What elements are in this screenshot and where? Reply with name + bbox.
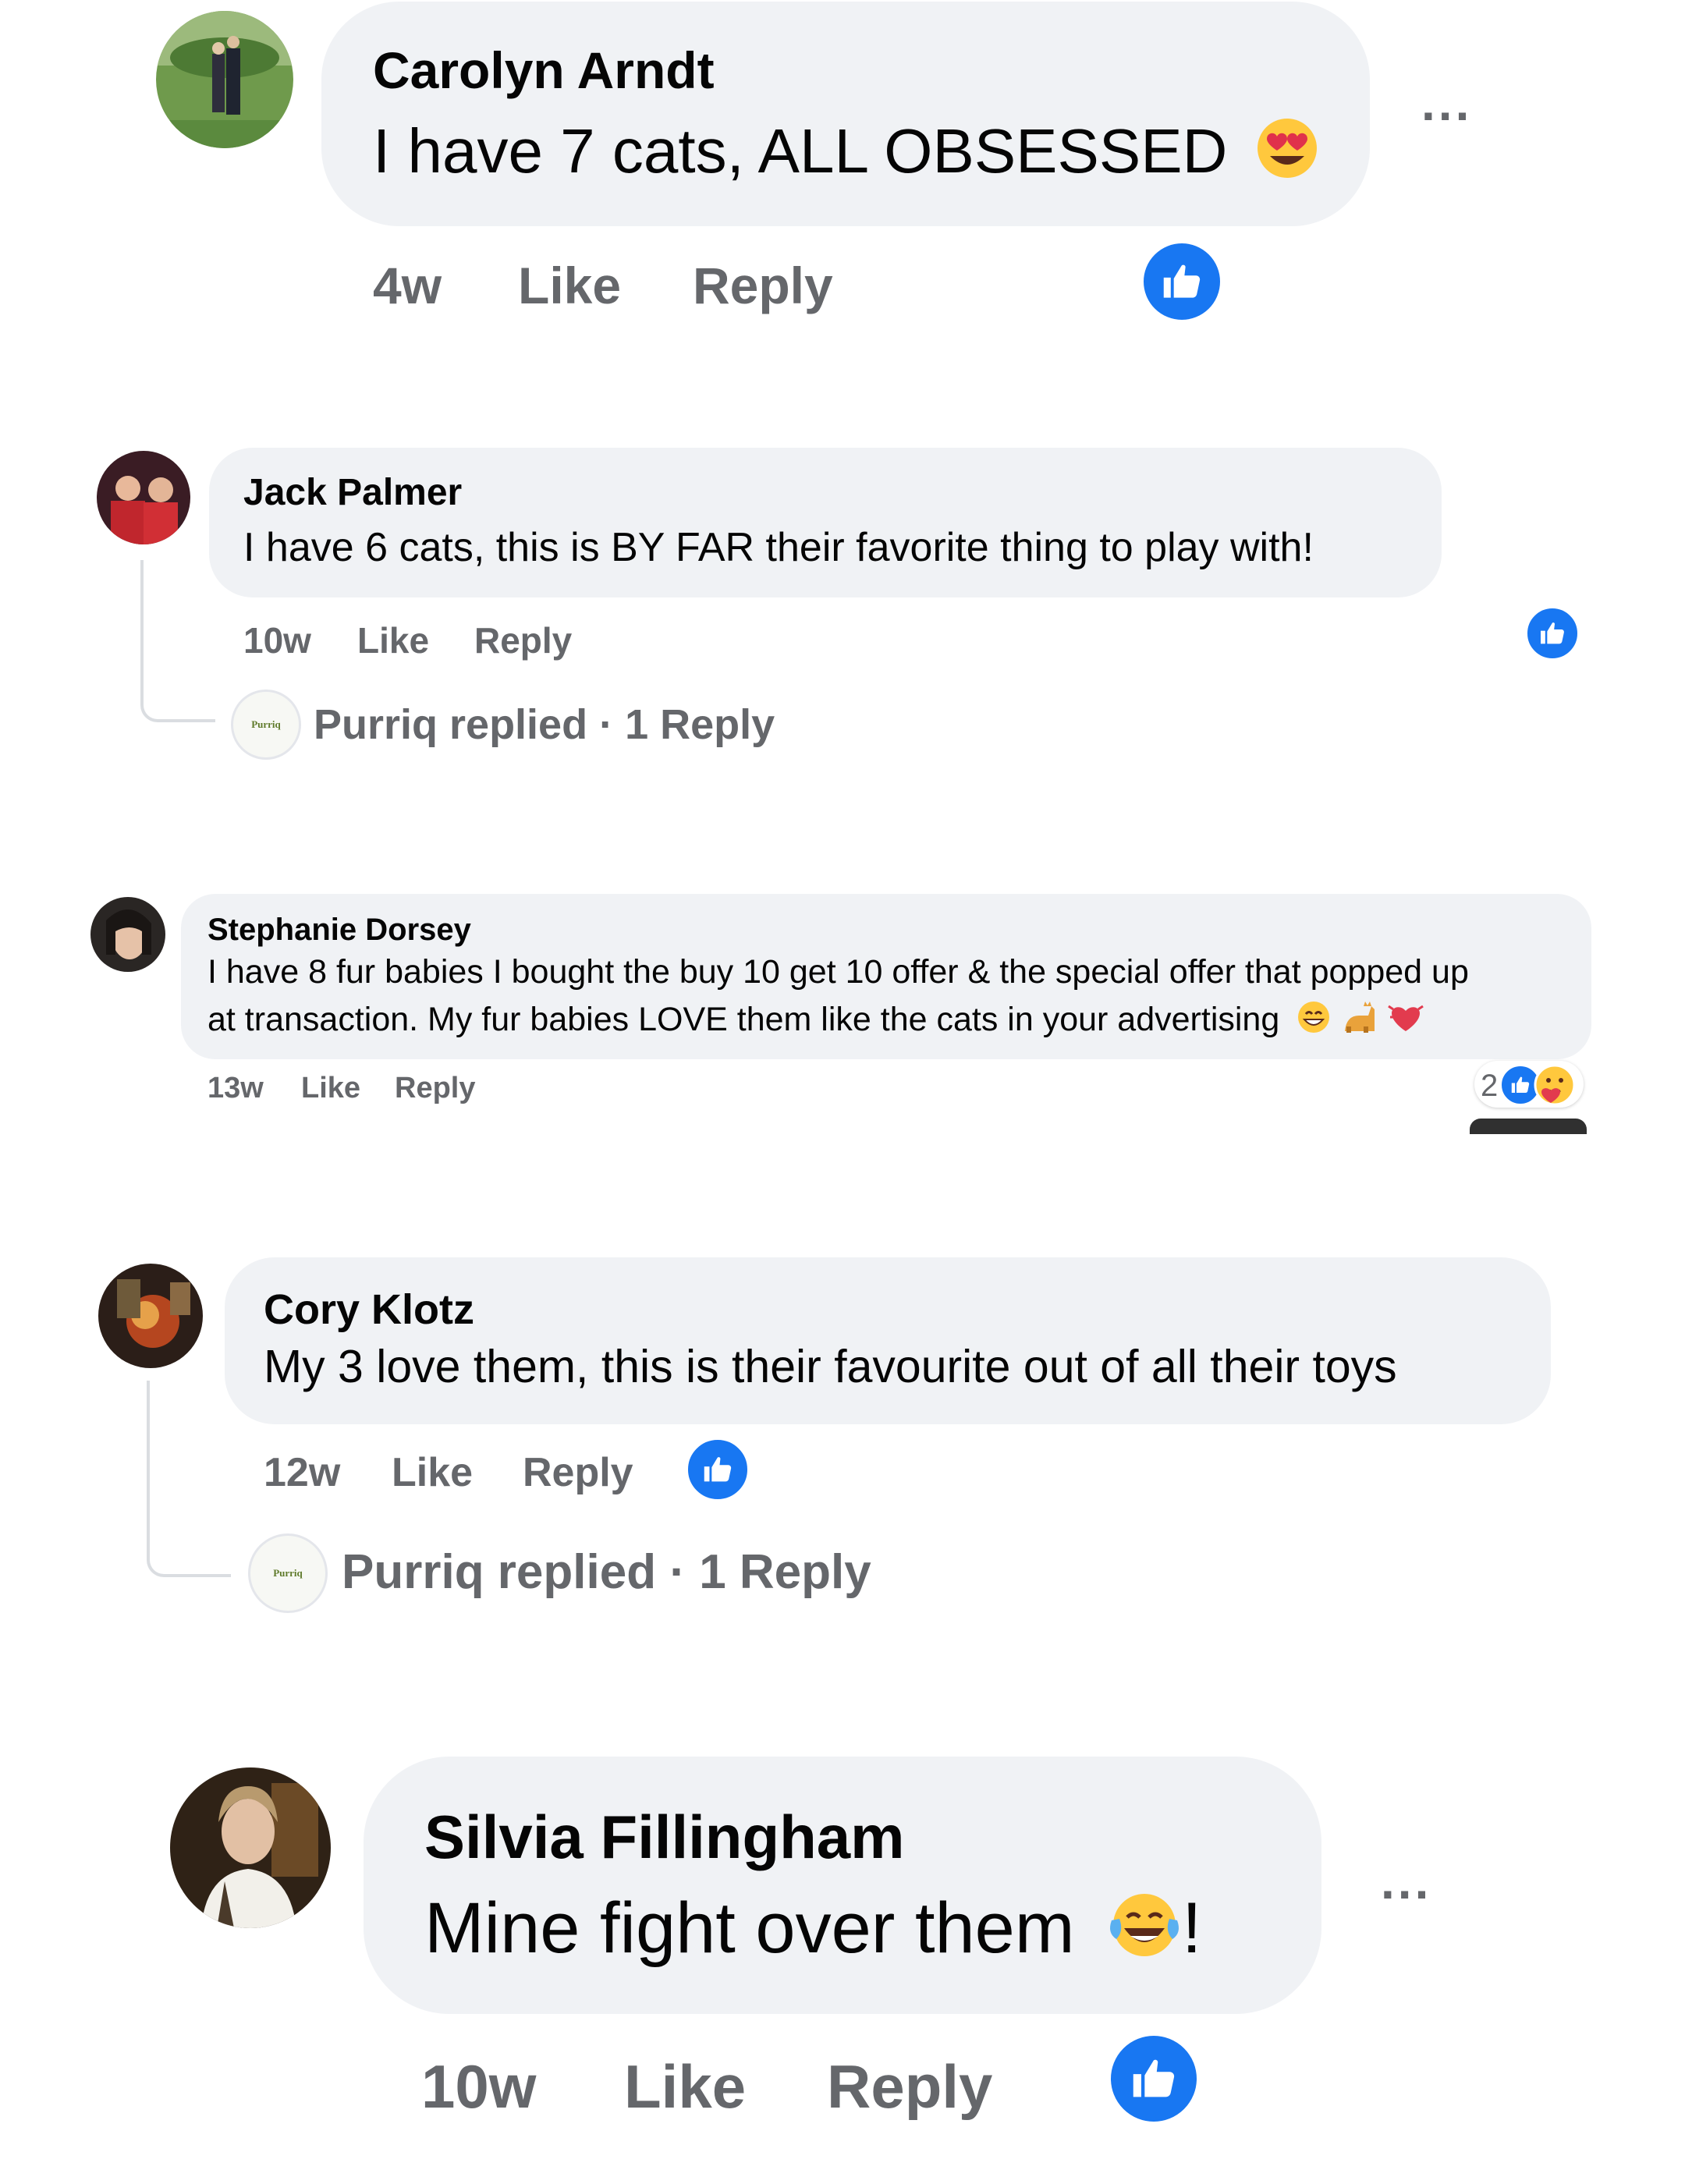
more-options-icon[interactable]: ...	[1381, 1856, 1431, 1906]
comment-age[interactable]: 12w	[264, 1449, 340, 1496]
like-link[interactable]: Like	[392, 1449, 473, 1496]
comment-text-content: Mine fight over them	[424, 1888, 1075, 1968]
comment-text-suffix: !	[1182, 1888, 1202, 1968]
avatar[interactable]	[156, 11, 293, 148]
reply-link[interactable]: Reply	[693, 256, 833, 315]
reply-thread-line	[140, 560, 215, 722]
avatar[interactable]	[98, 1264, 203, 1368]
like-reaction-icon[interactable]	[685, 1437, 750, 1502]
like-link[interactable]: Like	[624, 2051, 746, 2122]
reply-link[interactable]: Reply	[395, 1072, 475, 1105]
like-reaction-icon[interactable]	[1524, 605, 1580, 661]
comment-text: I have 7 cats, ALL OBSESSED	[373, 115, 1318, 194]
comment-author[interactable]: Silvia Fillingham	[424, 1802, 904, 1873]
comment-text: Mine fight over them !	[424, 1888, 1202, 1978]
like-icon	[1537, 618, 1568, 649]
reaction-summary[interactable]: 2	[1474, 1061, 1584, 1108]
tooltip-edge	[1470, 1119, 1587, 1134]
comment-age[interactable]: 10w	[243, 619, 311, 661]
comment-author[interactable]: Cory Klotz	[264, 1285, 474, 1334]
comment-text-line: at transaction. My fur babies LOVE them …	[208, 1000, 1424, 1043]
comment-age[interactable]: 4w	[373, 256, 442, 315]
heart-eyes-emoji	[1256, 117, 1318, 194]
reply-link[interactable]: Reply	[827, 2051, 992, 2122]
reply-thread-line	[147, 1381, 231, 1577]
reply-link[interactable]: Reply	[523, 1449, 633, 1496]
laugh-tears-emoji	[1107, 1889, 1182, 1978]
heart-emoji	[1387, 1000, 1424, 1043]
view-replies-link[interactable]: Purriq replied · 1 Reply	[314, 700, 775, 749]
view-replies-link[interactable]: Purriq replied · 1 Reply	[342, 1544, 871, 1600]
avatar[interactable]	[170, 1767, 331, 1928]
reply-link[interactable]: Reply	[474, 619, 572, 661]
care-reaction-icon	[1534, 1064, 1576, 1106]
comment-text: I have 6 cats, this is BY FAR their favo…	[243, 525, 1314, 570]
brand-logo-text: Purriq	[273, 1567, 303, 1579]
brand-avatar[interactable]: Purriq	[248, 1533, 328, 1613]
reaction-count: 2	[1481, 1069, 1499, 1103]
brand-avatar[interactable]: Purriq	[231, 690, 301, 760]
like-icon	[1509, 1073, 1532, 1097]
comment-text: My 3 love them, this is their favourite …	[264, 1341, 1397, 1392]
like-icon	[700, 1452, 736, 1487]
like-icon	[1158, 257, 1206, 306]
like-link[interactable]: Like	[518, 256, 621, 315]
comment-text-content: at transaction. My fur babies LOVE them …	[208, 1000, 1280, 1038]
comment-author[interactable]: Jack Palmer	[243, 471, 462, 514]
comment-age[interactable]: 10w	[421, 2051, 536, 2122]
comment-age[interactable]: 13w	[208, 1072, 264, 1105]
like-icon	[1126, 2051, 1181, 2106]
comment-author[interactable]: Stephanie Dorsey	[208, 913, 471, 948]
comment-text-content: I have 7 cats, ALL OBSESSED	[373, 116, 1228, 186]
grin-emoji	[1297, 1000, 1331, 1043]
comment-author[interactable]: Carolyn Arndt	[373, 41, 715, 100]
brand-logo-text: Purriq	[251, 718, 281, 730]
like-reaction-icon[interactable]	[1106, 2031, 1201, 2126]
avatar[interactable]	[97, 451, 190, 544]
like-link[interactable]: Like	[357, 619, 429, 661]
more-options-icon[interactable]: ...	[1421, 78, 1472, 128]
avatar[interactable]	[90, 897, 165, 972]
cat-emoji	[1340, 1000, 1378, 1043]
comment-bubble	[209, 448, 1442, 597]
like-reaction-icon[interactable]	[1139, 239, 1225, 324]
like-link[interactable]: Like	[301, 1072, 360, 1105]
comment-text-line: I have 8 fur babies I bought the buy 10 …	[208, 953, 1469, 991]
